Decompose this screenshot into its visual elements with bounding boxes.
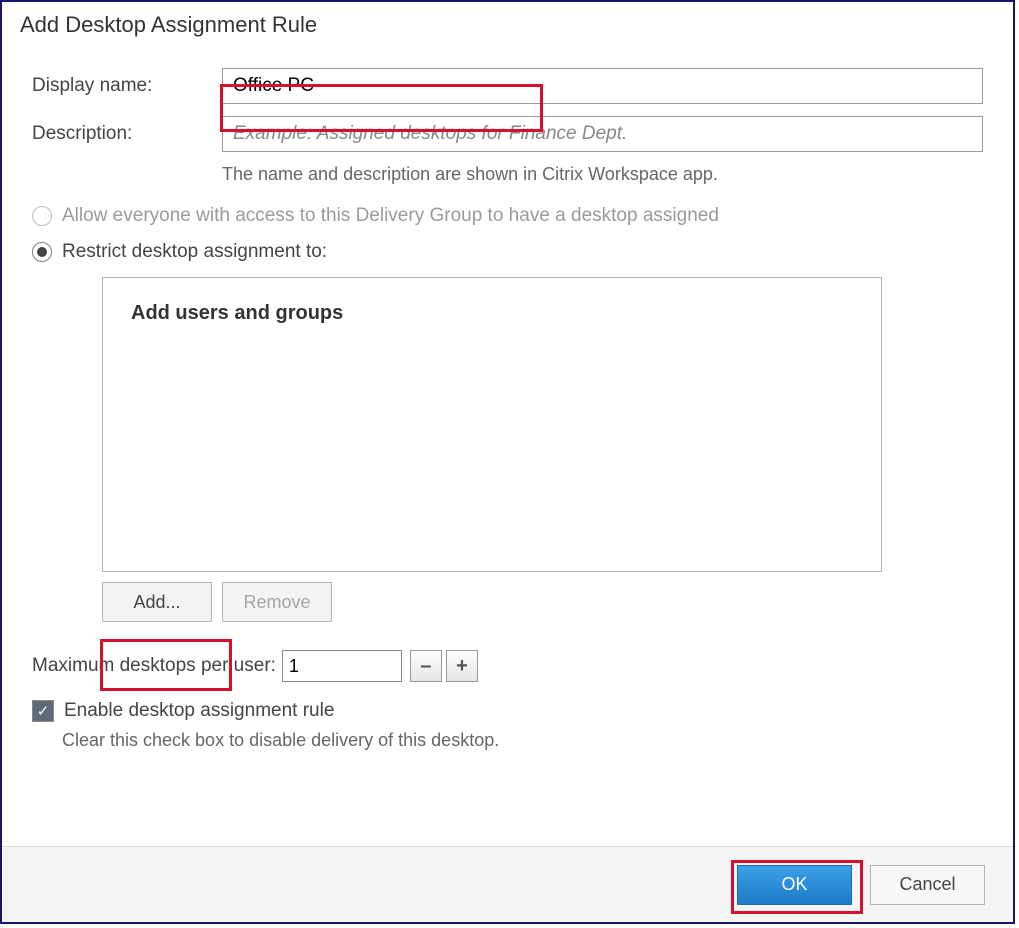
users-groups-box: Add users and groups (102, 277, 882, 572)
enable-rule-help: Clear this check box to disable delivery… (62, 730, 983, 751)
description-input[interactable] (222, 116, 983, 152)
radio-allow-everyone-label: Allow everyone with access to this Deliv… (62, 205, 719, 227)
max-desktops-label: Maximum desktops per user: (32, 655, 276, 677)
dialog-content: Display name: Description: The name and … (2, 38, 1013, 751)
max-desktops-input[interactable] (282, 650, 402, 682)
radio-restrict-label: Restrict desktop assignment to: (62, 241, 327, 263)
max-desktops-row: Maximum desktops per user: – + (32, 650, 983, 682)
display-name-label: Display name: (32, 75, 222, 97)
display-name-input[interactable] (222, 68, 983, 104)
name-description-help: The name and description are shown in Ci… (222, 164, 983, 185)
radio-allow-everyone: Allow everyone with access to this Deliv… (32, 205, 983, 227)
radio-restrict[interactable]: Restrict desktop assignment to: (32, 241, 983, 263)
users-groups-buttons: Add... Remove (102, 582, 983, 622)
cancel-button[interactable]: Cancel (870, 865, 985, 905)
radio-unchecked-icon (32, 206, 52, 226)
increment-button[interactable]: + (446, 650, 478, 682)
add-button[interactable]: Add... (102, 582, 212, 622)
add-desktop-assignment-rule-dialog: Add Desktop Assignment Rule Display name… (0, 0, 1015, 924)
dialog-footer: OK Cancel (2, 846, 1013, 922)
display-name-row: Display name: (32, 68, 983, 104)
radio-checked-icon (32, 242, 52, 262)
remove-button: Remove (222, 582, 332, 622)
decrement-button[interactable]: – (410, 650, 442, 682)
enable-rule-row[interactable]: ✓ Enable desktop assignment rule (32, 700, 983, 722)
checkbox-checked-icon: ✓ (32, 700, 54, 722)
description-label: Description: (32, 123, 222, 145)
dialog-title: Add Desktop Assignment Rule (2, 2, 1013, 38)
users-groups-title: Add users and groups (131, 302, 853, 325)
description-row: Description: (32, 116, 983, 152)
enable-rule-label: Enable desktop assignment rule (64, 700, 334, 722)
ok-button[interactable]: OK (737, 865, 852, 905)
